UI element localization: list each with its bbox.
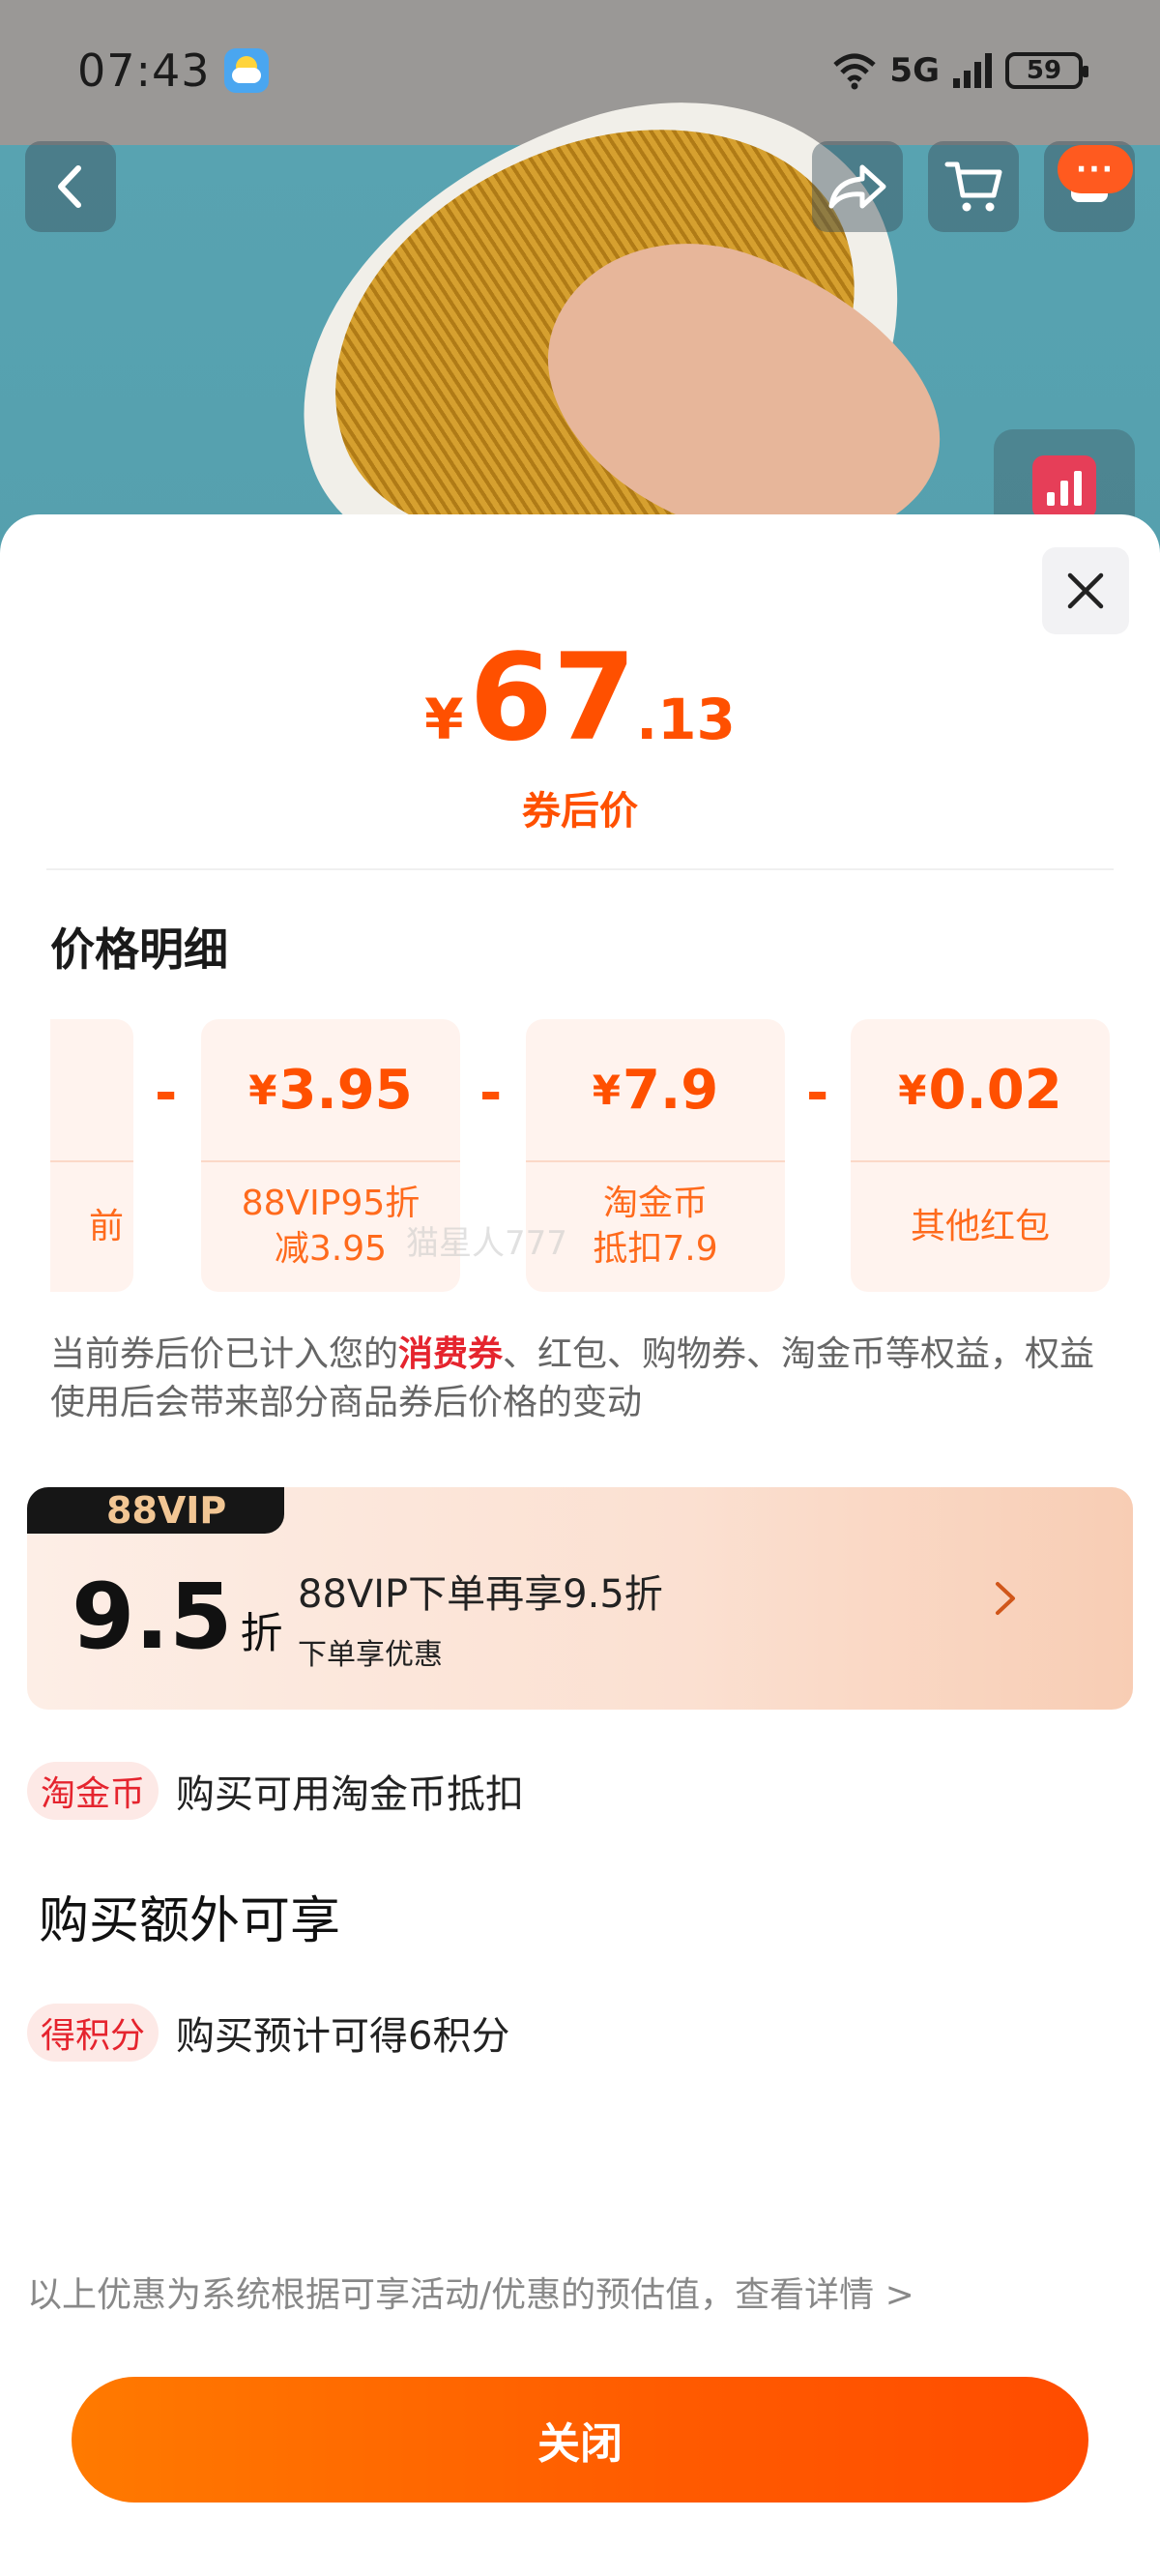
breakdown-card: ¥ 0.02 其他红包	[851, 1019, 1110, 1292]
breakdown-value: 0.02	[928, 1058, 1062, 1122]
share-button[interactable]	[812, 141, 903, 232]
more-badge: ···	[1058, 145, 1133, 193]
minus-operator: -	[479, 1062, 503, 1125]
cart-icon	[944, 161, 1002, 212]
breakdown-desc-line: 抵扣7.9	[593, 1229, 718, 1269]
coins-tag: 淘金币	[27, 1762, 160, 1820]
chevron-right-icon	[996, 1582, 1015, 1615]
price-disclaimer: 当前券后价已计入您的消费券、红包、购物券、淘金币等权益，权益使用后会带来部分商品…	[50, 1331, 1114, 1427]
breakdown-card: ¥ 7.9 淘金币 抵扣7.9	[526, 1019, 785, 1292]
network-type-label: 5G	[889, 51, 940, 90]
breakdown-card: 前	[50, 1019, 133, 1292]
status-bar: 07:43 5G 59	[0, 0, 1160, 141]
points-text: 购买预计可得6积分	[176, 2014, 510, 2059]
breakdown-title: 价格明细	[50, 923, 228, 976]
vip-title: 88VIP下单再享9.5折	[298, 1572, 663, 1617]
close-button[interactable]: 关闭	[72, 2377, 1088, 2503]
breakdown-desc: 88VIP95折 减3.95	[201, 1162, 460, 1292]
breakdown-desc-line: 减3.95	[274, 1229, 388, 1269]
battery-indicator: 59	[1005, 52, 1088, 89]
benefit-points: 得积分 购买预计可得6积分	[27, 2004, 509, 2062]
bar-chart-icon	[1032, 455, 1096, 519]
breakdown-desc: 前	[88, 1206, 124, 1246]
benefit-coins: 淘金币 购买可用淘金币抵扣	[27, 1762, 524, 1820]
price-currency: ¥	[424, 687, 464, 752]
vip-subtitle: 下单享优惠	[298, 1638, 443, 1672]
final-price: ¥ 67 .13 券后价	[0, 638, 1160, 835]
divider	[46, 868, 1114, 870]
extra-benefits-title: 购买额外可享	[39, 1892, 341, 1950]
breakdown-amount: ¥ 3.95	[201, 1019, 460, 1162]
price-caption: 券后价	[522, 789, 638, 834]
vip-discount-card[interactable]: 88VIP 9.5 折 88VIP下单再享9.5折 下单享优惠	[27, 1487, 1133, 1710]
vip-tag: 88VIP	[27, 1487, 284, 1534]
wifi-icon	[833, 53, 877, 90]
cart-button[interactable]	[928, 141, 1019, 232]
price-breakdown-row[interactable]: 前 - ¥ 3.95 88VIP95折 减3.95 - ¥ 7.9 淘金币 抵扣…	[50, 1019, 1110, 1296]
vip-discount-unit: 折	[240, 1609, 283, 1658]
breakdown-value: 3.95	[278, 1058, 413, 1122]
breakdown-amount	[50, 1019, 133, 1162]
breakdown-card: ¥ 3.95 88VIP95折 减3.95	[201, 1019, 460, 1292]
breakdown-currency: ¥	[898, 1066, 927, 1114]
close-sheet-button[interactable]	[1042, 547, 1129, 634]
signal-icon	[953, 53, 992, 88]
status-time: 07:43	[77, 44, 211, 97]
breakdown-currency: ¥	[592, 1066, 622, 1114]
weather-icon	[223, 48, 269, 93]
breakdown-desc-line: 88VIP95折	[241, 1184, 420, 1224]
vip-discount: 9.5 折	[72, 1565, 283, 1670]
minus-operator: -	[155, 1062, 178, 1125]
price-value: ¥ 67 .13	[0, 638, 1160, 758]
back-button[interactable]	[25, 141, 116, 232]
price-integer: 67	[469, 629, 637, 768]
minus-operator: -	[806, 1062, 829, 1125]
estimate-details-link[interactable]: 以上优惠为系统根据可享活动/优惠的预估值，查看详情 >	[27, 2267, 914, 2317]
breakdown-amount: ¥ 7.9	[526, 1019, 785, 1162]
breakdown-amount: ¥ 0.02	[851, 1019, 1110, 1162]
breakdown-value: 7.9	[623, 1058, 719, 1122]
points-tag: 得积分	[27, 2004, 160, 2062]
breakdown-desc: 其他红包	[910, 1206, 1050, 1246]
consumption-coupon-link[interactable]: 消费券	[398, 1334, 503, 1374]
chevron-left-icon	[58, 165, 81, 208]
close-icon	[1067, 572, 1104, 609]
breakdown-desc-line: 淘金币	[602, 1184, 708, 1224]
breakdown-currency: ¥	[248, 1066, 277, 1114]
price-decimal: .13	[636, 687, 736, 752]
vip-discount-value: 9.5	[72, 1565, 233, 1670]
share-icon	[828, 164, 886, 209]
breakdown-desc: 淘金币 抵扣7.9	[526, 1162, 785, 1292]
status-indicators: 5G 59	[831, 51, 1088, 90]
coins-text: 购买可用淘金币抵扣	[176, 1772, 525, 1817]
disclaimer-prefix: 当前券后价已计入您的	[50, 1334, 399, 1374]
